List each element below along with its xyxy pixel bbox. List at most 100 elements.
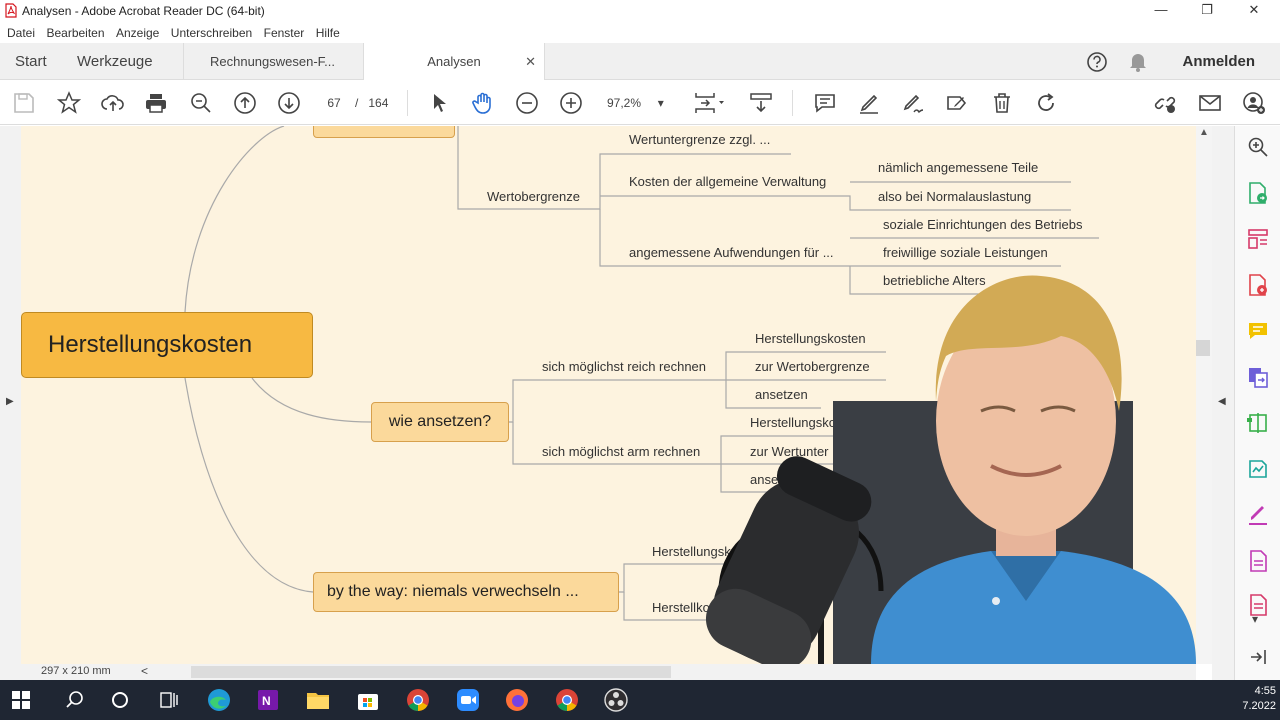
central-topic[interactable]: Herstellungskosten <box>21 312 313 378</box>
email-icon[interactable] <box>1198 91 1222 115</box>
more-tools-chevron-icon[interactable]: ▾ <box>1252 612 1258 626</box>
clock-date: 7.2022 <box>1242 700 1276 712</box>
zoom-level-select[interactable]: 97,2% ▾ <box>607 92 664 114</box>
select-cursor-icon[interactable] <box>428 91 452 115</box>
tab-label: Analysen <box>427 54 481 69</box>
tab-start[interactable]: Start <box>15 43 47 80</box>
scroll-left-icon[interactable]: < <box>141 664 148 678</box>
zoom-out-icon[interactable] <box>515 91 539 115</box>
vertical-scroll-thumb[interactable] <box>1196 340 1210 356</box>
onenote-icon[interactable]: N <box>255 687 281 713</box>
menu-datei[interactable]: Datei <box>7 26 35 40</box>
hand-tool-icon[interactable] <box>471 91 495 115</box>
node-aufwendungen: angemessene Aufwendungen für ... <box>629 245 834 260</box>
comment-tool-icon[interactable] <box>1247 320 1269 342</box>
tab-close-icon[interactable]: ✕ <box>525 43 536 80</box>
add-user-icon[interactable] <box>1242 91 1266 115</box>
document-view[interactable]: Wertuntergrenze zzgl. ... Wertobergrenze… <box>21 126 1196 664</box>
file-explorer-icon[interactable] <box>305 687 331 713</box>
left-panel-toggle[interactable]: ▶ <box>0 126 21 680</box>
node-kosten-verwaltung: Kosten der allgemeine Verwaltung <box>629 174 827 189</box>
tab-analysen[interactable]: Analysen ✕ <box>363 43 545 80</box>
menu-bearbeiten[interactable]: Bearbeiten <box>46 26 104 40</box>
compress-icon[interactable] <box>1247 412 1269 434</box>
edge-browser-icon[interactable] <box>206 687 232 713</box>
help-icon[interactable] <box>1086 51 1108 78</box>
tab-rechnungswesen[interactable]: Rechnungswesen-F... <box>183 43 363 80</box>
toolbar-divider <box>407 90 408 116</box>
zoom-app-icon[interactable] <box>455 687 481 713</box>
bell-icon[interactable] <box>1128 51 1148 78</box>
export-pdf-icon[interactable] <box>1247 182 1269 204</box>
print-icon[interactable] <box>144 91 168 115</box>
task-view-icon[interactable] <box>155 687 181 713</box>
topic-by-the-way[interactable]: by the way: niemals verwechseln ... <box>313 572 619 612</box>
save-icon[interactable] <box>12 91 36 115</box>
webcam-overlay <box>705 275 1196 664</box>
page-size-label: 297 x 210 mm <box>41 665 111 677</box>
title-bar: Analysen - Adobe Acrobat Reader DC (64-b… <box>0 0 1280 22</box>
topic-partial[interactable] <box>313 126 455 138</box>
create-pdf-icon[interactable] <box>1247 274 1269 296</box>
tab-bar: Start Werkzeuge Rechnungswesen-F... Anal… <box>0 43 1280 80</box>
system-clock[interactable]: 4:55 7.2022 <box>1242 684 1276 714</box>
edit-pdf-icon[interactable] <box>1247 458 1269 480</box>
close-window-button[interactable]: ✕ <box>1239 2 1269 20</box>
cortana-icon[interactable] <box>107 687 133 713</box>
clock-time: 4:55 <box>1254 685 1276 697</box>
zoom-out-search-icon[interactable] <box>189 91 213 115</box>
page-number-input[interactable]: 67 <box>318 92 350 114</box>
search-zoom-icon[interactable] <box>1247 136 1269 158</box>
chrome-icon-2[interactable] <box>554 687 580 713</box>
menu-anzeige[interactable]: Anzeige <box>116 26 159 40</box>
right-panel-toggle[interactable]: ◀ <box>1212 126 1234 680</box>
comment-icon[interactable] <box>813 91 837 115</box>
fill-sign-tool-icon[interactable] <box>1247 504 1269 526</box>
node-freiwillige: freiwillige soziale Leistungen <box>883 245 1048 260</box>
search-icon[interactable] <box>62 687 88 713</box>
previous-page-icon[interactable] <box>233 91 257 115</box>
document-tool-icon[interactable] <box>1247 550 1269 572</box>
sign-icon[interactable] <box>901 91 925 115</box>
share-link-icon[interactable] <box>1153 91 1177 115</box>
tools-pane: ▾ <box>1234 126 1280 680</box>
node-naemlich: nämlich angemessene Teile <box>878 160 1039 175</box>
collapse-pane-icon[interactable] <box>1247 646 1269 668</box>
firefox-icon[interactable] <box>504 687 530 713</box>
organize-pages-icon[interactable] <box>1247 228 1269 250</box>
next-page-icon[interactable] <box>277 91 301 115</box>
star-icon[interactable] <box>56 91 82 115</box>
node-wertobergrenze: Wertobergrenze <box>487 189 580 204</box>
tab-tools[interactable]: Werkzeuge <box>77 43 153 80</box>
node-wertuntergrenze: Wertuntergrenze zzgl. ... <box>629 132 771 147</box>
zoom-in-icon[interactable] <box>559 91 583 115</box>
svg-text:N: N <box>262 694 271 708</box>
windows-start-icon[interactable] <box>12 691 30 709</box>
toolbar: 67 / 164 97,2% ▾ <box>0 80 1280 125</box>
scroll-up-icon[interactable]: ▲ <box>1199 127 1209 138</box>
minimize-button[interactable]: — <box>1146 2 1176 20</box>
node-normalauslastung: also bei Normalauslastung <box>878 189 1032 204</box>
signin-button[interactable]: Anmelden <box>1182 43 1255 80</box>
menu-fenster[interactable]: Fenster <box>264 26 305 40</box>
menu-hilfe[interactable]: Hilfe <box>316 26 340 40</box>
chrome-icon[interactable] <box>405 687 431 713</box>
upload-cloud-icon[interactable] <box>101 91 125 115</box>
chevron-down-icon: ▾ <box>657 96 664 110</box>
obs-icon[interactable] <box>603 687 629 713</box>
horizontal-scroll-thumb[interactable] <box>191 666 671 678</box>
vertical-scrollbar[interactable]: ▲ <box>1196 126 1212 664</box>
delete-icon[interactable] <box>990 91 1014 115</box>
maximize-button[interactable]: ❐ <box>1192 2 1222 20</box>
page-total: / 164 <box>355 96 389 110</box>
fill-sign-icon[interactable] <box>945 91 969 115</box>
scroll-mode-icon[interactable] <box>749 91 773 115</box>
page-fit-icon[interactable] <box>693 91 725 115</box>
microsoft-store-icon[interactable] <box>355 687 381 713</box>
combine-files-icon[interactable] <box>1247 366 1269 388</box>
menu-unterschreiben[interactable]: Unterschreiben <box>171 26 252 40</box>
rotate-icon[interactable] <box>1034 91 1058 115</box>
topic-wie-ansetzen[interactable]: wie ansetzen? <box>371 402 509 442</box>
highlight-pen-icon[interactable] <box>857 91 881 115</box>
collapse-right-icon: ◀ <box>1218 396 1226 407</box>
